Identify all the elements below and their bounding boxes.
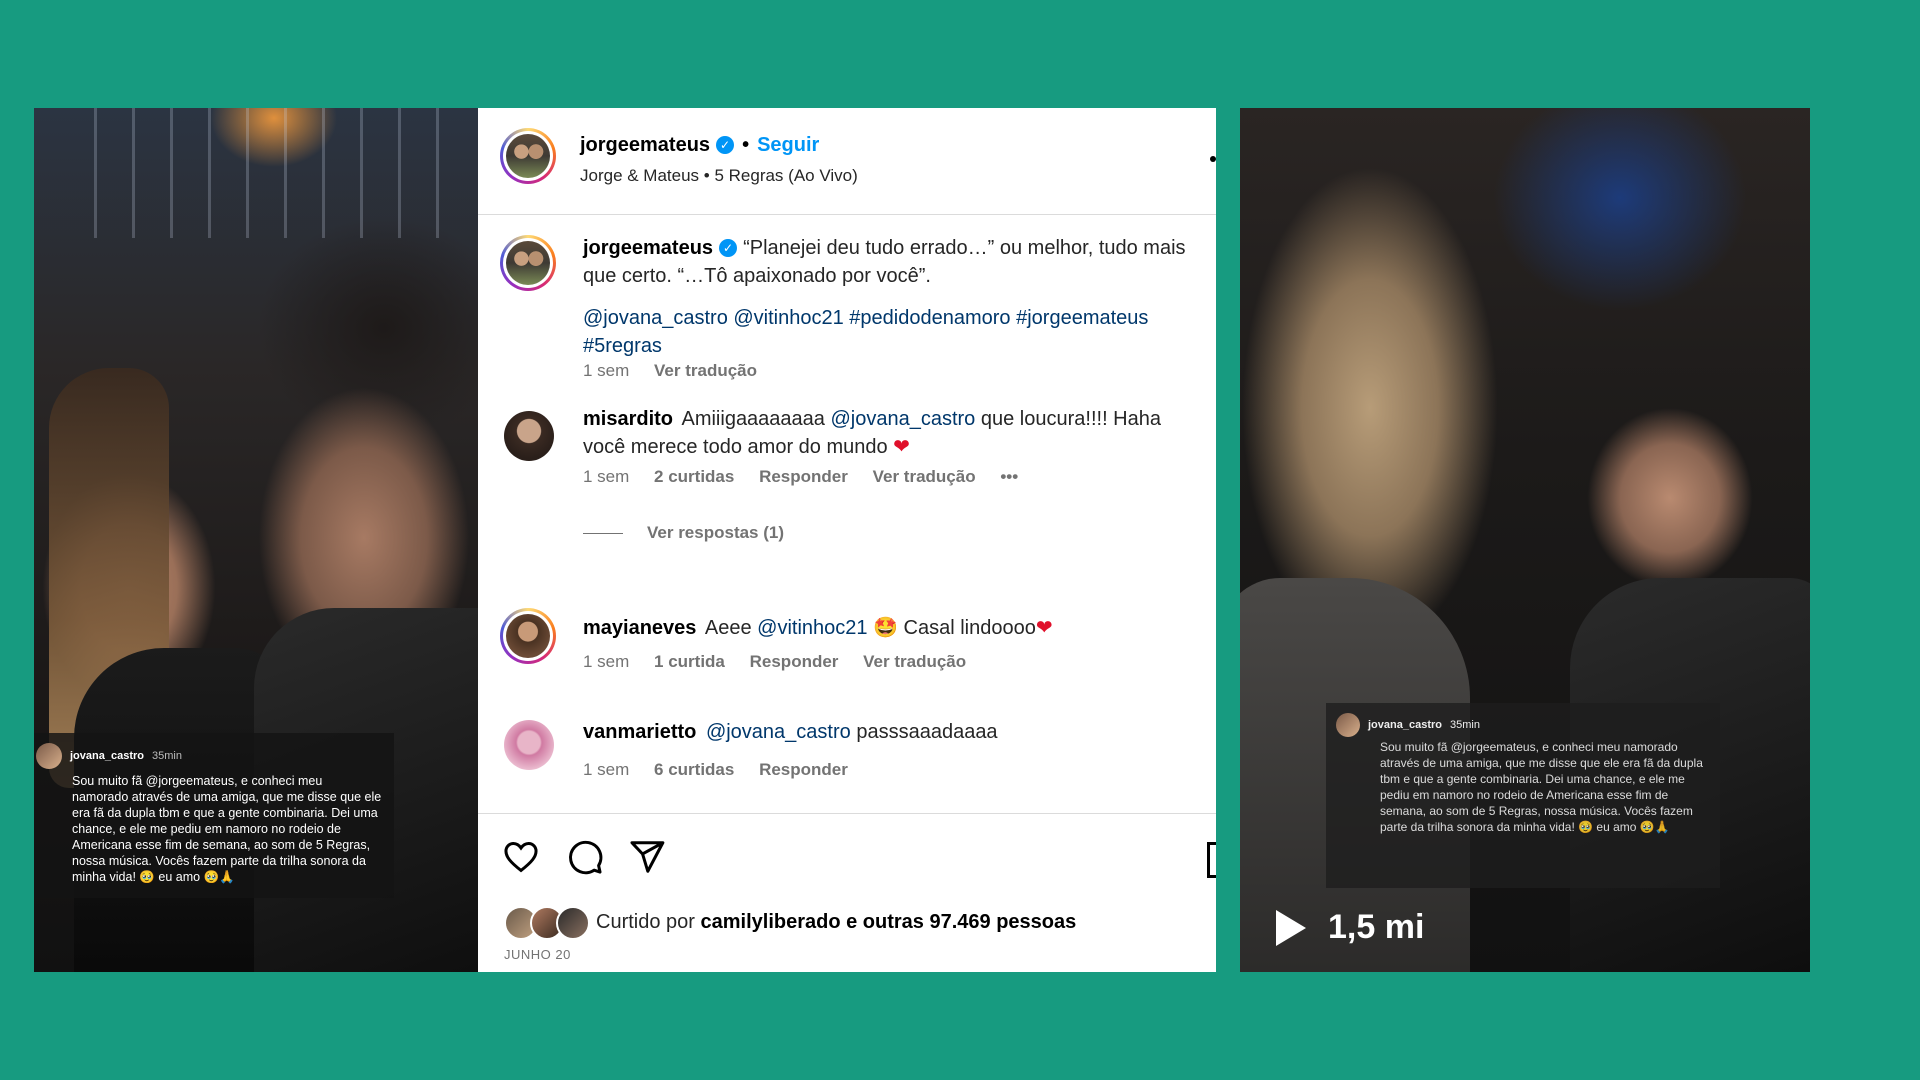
story-text: Sou muito fã @jorgeemateus, e conheci me… (1380, 740, 1703, 834)
likes-summary[interactable]: Curtido por camilyliberado e outras 97.4… (504, 906, 1076, 940)
follow-button[interactable]: Seguir (757, 134, 819, 156)
more-options-icon[interactable]: ••• (1000, 467, 1018, 486)
story-reply-card: jovana_castro 35min Sou muito fã @jorgee… (34, 733, 394, 898)
comment-text: Amiiigaaaaaaaa (681, 408, 825, 430)
story-time: 35min (151, 750, 182, 762)
caption-avatar[interactable] (500, 235, 556, 291)
commenter-avatar[interactable] (500, 608, 556, 664)
right-story-video[interactable]: jovana_castro 35min Sou muito fã @jorgee… (1240, 108, 1810, 972)
comment-icon[interactable] (566, 838, 604, 876)
avatar (1336, 713, 1360, 737)
translate-button[interactable]: Ver tradução (654, 361, 757, 380)
profile-avatar[interactable] (500, 128, 556, 184)
heart-emoji-icon: ❤ (1035, 617, 1053, 639)
comment-time[interactable]: 1 sem (583, 467, 629, 486)
likes-suffix[interactable]: e outras 97.469 pessoas (846, 911, 1076, 934)
verified-badge-icon: ✓ (716, 136, 735, 154)
bookmark-icon[interactable] (1207, 842, 1216, 878)
comment-username[interactable]: mayianeves (583, 617, 696, 639)
reply-button[interactable]: Responder (759, 760, 848, 779)
share-icon[interactable] (628, 838, 666, 876)
liker-avatars (504, 906, 590, 940)
comment-text: Aeee (704, 617, 752, 639)
play-control[interactable]: 1,5 mi (1276, 908, 1424, 947)
caption-tags[interactable]: @jovana_castro @vitinhoc21 #pedidodenamo… (583, 304, 1208, 360)
separator: • (742, 134, 750, 156)
post-header: jorgeemateus ✓ • Seguir Jorge & Mateus • 5 … (478, 108, 1216, 215)
comment-likes[interactable]: 1 curtida (654, 652, 725, 671)
comment-likes[interactable]: 2 curtidas (654, 467, 734, 486)
verified-badge-icon: ✓ (719, 239, 738, 257)
commenter-avatar[interactable] (504, 411, 554, 461)
stage-lighting-rig (94, 108, 454, 238)
more-options-icon[interactable] (1210, 156, 1216, 162)
reply-button[interactable]: Responder (750, 652, 839, 671)
story-time: 35min (1449, 719, 1480, 731)
play-icon[interactable] (1276, 909, 1306, 946)
caption-username[interactable]: jorgeemateus (583, 237, 713, 259)
translate-button[interactable]: Ver tradução (863, 652, 966, 671)
instagram-post-panel: jorgeemateus ✓ • Seguir Jorge & Mateus • 5 … (478, 108, 1216, 972)
comment-mention[interactable]: @jovana_castro (830, 408, 975, 430)
story-reply-card: jovana_castro 35min Sou muito fã @jorgee… (1326, 703, 1720, 888)
view-replies-button[interactable]: Ver respostas (1) (647, 523, 784, 543)
left-story-photo: jovana_castro 35min Sou muito fã @jorgee… (34, 108, 478, 972)
reply-button[interactable]: Responder (759, 467, 848, 486)
post-actions: Curtido por camilyliberado e outras 97.4… (478, 813, 1216, 972)
avatar (36, 743, 62, 769)
replies-line (583, 532, 623, 534)
comments-section: jorgeemateus ✓ “Planejei deu tudo errado…”… (478, 215, 1216, 813)
translate-button[interactable]: Ver tradução (873, 467, 976, 486)
story-text: Sou muito fã @jorgeemateus, e conheci me… (72, 774, 382, 884)
likes-user[interactable]: camilyliberado (701, 911, 841, 934)
story-username: jovana_castro (1368, 719, 1442, 731)
story-username: jovana_castro (70, 750, 144, 762)
audio-link[interactable]: Jorge & Mateus • 5 Regras (Ao Vivo) (580, 166, 858, 186)
post-username[interactable]: jorgeemateus (580, 134, 710, 156)
comment-mention[interactable]: @jovana_castro (706, 721, 851, 743)
heart-icon[interactable] (502, 838, 540, 876)
comment-mention[interactable]: @vitinhoc21 (757, 617, 867, 639)
comment-username[interactable]: misardito (583, 408, 673, 430)
likes-prefix: Curtido por (596, 910, 695, 933)
heart-emoji-icon: ❤ (893, 436, 910, 458)
caption-time[interactable]: 1 sem (583, 361, 629, 380)
commenter-avatar[interactable] (504, 720, 554, 770)
post-date[interactable]: JUNHO 20 (504, 947, 571, 962)
comment-text-end: 🤩 Casal lindoooo (873, 617, 1036, 639)
view-count: 1,5 mi (1328, 908, 1425, 946)
comment-text-end: passsaaadaaaa (856, 721, 998, 743)
comment-username[interactable]: vanmarietto (583, 721, 696, 743)
comment-time[interactable]: 1 sem (583, 652, 629, 671)
comment-likes[interactable]: 6 curtidas (654, 760, 734, 779)
comment-time[interactable]: 1 sem (583, 760, 629, 779)
